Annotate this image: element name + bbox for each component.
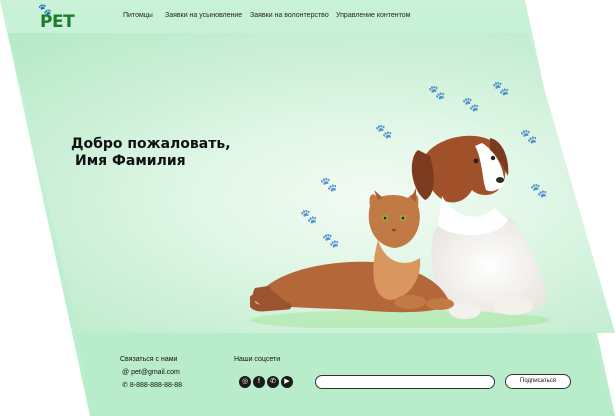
contact-email[interactable]: @ pet@gmail.com <box>122 369 180 376</box>
subscribe-email-input[interactable] <box>315 375 495 389</box>
paw-icon: 🐾 <box>462 96 480 112</box>
instagram-icon[interactable]: ◎ <box>239 376 251 388</box>
welcome-heading: Добро пожаловать, Имя Фамилия <box>71 136 231 170</box>
social-title: Наши соцсети <box>234 356 281 363</box>
whatsapp-icon[interactable]: ✆ <box>267 376 279 388</box>
youtube-icon[interactable]: ▶ <box>281 376 293 388</box>
contact-phone[interactable]: ✆ 8-888-888-88-88 <box>122 381 183 390</box>
paw-icon: 🐾 <box>428 84 446 100</box>
phone-icon: ✆ <box>122 382 128 389</box>
nav-item-content-management[interactable]: Управление контентом <box>336 12 410 19</box>
contact-title: Связаться с нами <box>120 356 178 363</box>
nav-item-volunteer-requests[interactable]: Заявки на волонтерство <box>250 12 329 19</box>
email-icon: @ <box>122 369 130 376</box>
welcome-line: Добро пожаловать, <box>71 136 231 152</box>
social-links: ◎ f ✆ ▶ <box>239 376 293 388</box>
user-name: Имя Фамилия <box>75 153 186 169</box>
subscribe-button[interactable]: Подписаться <box>505 374 571 389</box>
email-text: pet@gmail.com <box>131 369 180 376</box>
logo-text: PET <box>40 12 75 32</box>
nav-item-pets[interactable]: Питомцы <box>123 12 153 19</box>
nav-item-adoption-requests[interactable]: Заявки на усыновление <box>165 12 242 19</box>
logo[interactable]: 🐾 PET <box>38 5 75 33</box>
phone-text: 8-888-888-88-88 <box>129 381 183 389</box>
pets-image <box>250 135 550 328</box>
facebook-icon[interactable]: f <box>253 376 265 388</box>
paw-icon: 🐾 <box>492 80 510 96</box>
